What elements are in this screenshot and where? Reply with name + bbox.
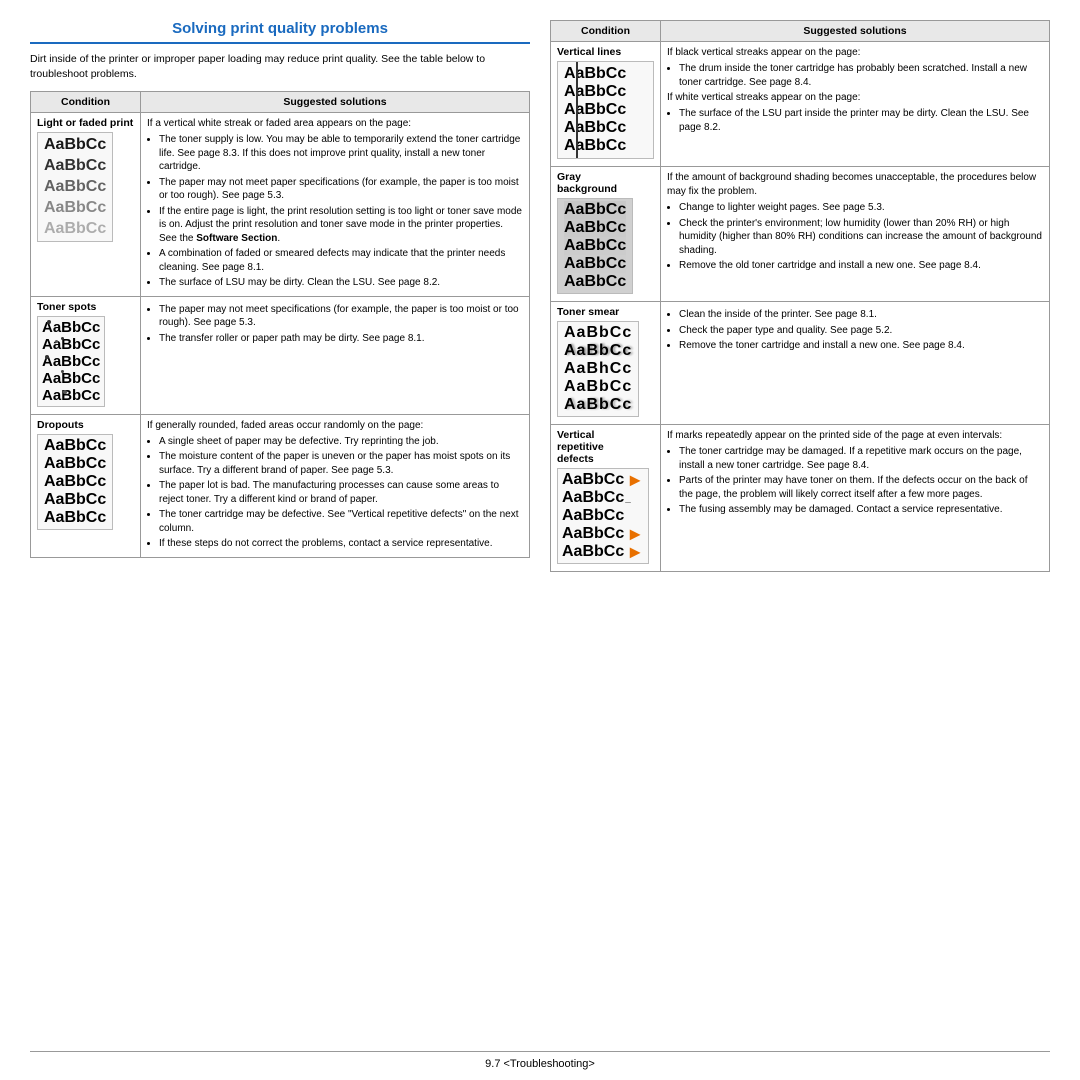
- left-col-solutions: Suggested solutions: [141, 92, 530, 113]
- right-col-condition: Condition: [551, 21, 661, 42]
- solution-dropouts: If generally rounded, faded areas occur …: [141, 414, 530, 557]
- page: Solving print quality problems Dirt insi…: [0, 0, 1080, 1080]
- condition-vertical-rep: Verticalrepetitivedefects AaBbCc ► AaBbC…: [551, 425, 661, 572]
- left-col-condition: Condition: [31, 92, 141, 113]
- right-column: Condition Suggested solutions Vertical l…: [550, 20, 1050, 1043]
- left-table: Condition Suggested solutions Light or f…: [30, 91, 530, 558]
- condition-toner-spots: Toner spots ​AaBbCc AaBbCc: [31, 296, 141, 414]
- solution-vertical-lines: If black vertical streaks appear on the …: [661, 42, 1050, 167]
- arrow-mark-2: ►: [626, 525, 644, 543]
- condition-dropouts: Dropouts AaBbCc AaBbCc AaBbCc AaBbCc AaB…: [31, 414, 141, 557]
- sample-light-faded: AaBbCc AaBbCc AaBbCc AaBbCc AaBbCc: [37, 132, 113, 242]
- right-col-solutions: Suggested solutions: [661, 21, 1050, 42]
- condition-toner-smear: Toner smear AaBbCc AaBbCc AaBhCc AaBbCc …: [551, 302, 661, 425]
- solution-toner-spots: The paper may not meet specifications (f…: [141, 296, 530, 414]
- right-table: Condition Suggested solutions Vertical l…: [550, 20, 1050, 572]
- table-row: Graybackground AaBbCc AaBbCc AaBbCc AaBb…: [551, 167, 1050, 302]
- sample-vertical-lines: AaBbCc AaBbCc AaBbCc AaBbCc AaBbCc: [557, 61, 654, 159]
- solution-vertical-rep: If marks repeatedly appear on the printe…: [661, 425, 1050, 572]
- sample-gray: AaBbCc AaBbCc AaBbCc AaBbCc AaBbCc: [557, 198, 633, 294]
- footer: 9.7 <Troubleshooting>: [30, 1051, 1050, 1070]
- arrow-mark-3: ►: [626, 543, 644, 561]
- sample-toner-spots: ​AaBbCc AaBbCc AaB: [37, 316, 105, 407]
- table-row: Vertical lines AaBbCc AaBbCc AaBbCc AaBb…: [551, 42, 1050, 167]
- left-column: Solving print quality problems Dirt insi…: [30, 20, 530, 1043]
- arrow-mark-1: ►: [626, 471, 644, 489]
- condition-light-faded: Light or faded print AaBbCc AaBbCc AaBbC…: [31, 113, 141, 297]
- sample-dropouts: AaBbCc AaBbCc AaBbCc AaBbCc AaBbCc: [37, 434, 113, 530]
- sample-toner-smear: AaBbCc AaBbCc AaBhCc AaBbCc AaBbCc: [557, 321, 639, 417]
- solution-toner-smear: Clean the inside of the printer. See pag…: [661, 302, 1050, 425]
- table-row: Dropouts AaBbCc AaBbCc AaBbCc AaBbCc AaB…: [31, 414, 530, 557]
- intro-text: Dirt inside of the printer or improper p…: [30, 52, 530, 81]
- table-row: Toner spots ​AaBbCc AaBbCc: [31, 296, 530, 414]
- table-row: Toner smear AaBbCc AaBbCc AaBhCc AaBbCc …: [551, 302, 1050, 425]
- solution-gray-background: If the amount of background shading beco…: [661, 167, 1050, 302]
- solution-light-faded: If a vertical white streak or faded area…: [141, 113, 530, 297]
- sample-repetitive: AaBbCc ► AaBbCc _ AaBbCc: [557, 468, 649, 564]
- page-title: Solving print quality problems: [30, 20, 530, 44]
- condition-vertical-lines: Vertical lines AaBbCc AaBbCc AaBbCc AaBb…: [551, 42, 661, 167]
- condition-gray-background: Graybackground AaBbCc AaBbCc AaBbCc AaBb…: [551, 167, 661, 302]
- table-row: Light or faded print AaBbCc AaBbCc AaBbC…: [31, 113, 530, 297]
- table-row: Verticalrepetitivedefects AaBbCc ► AaBbC…: [551, 425, 1050, 572]
- content-area: Solving print quality problems Dirt insi…: [30, 20, 1050, 1043]
